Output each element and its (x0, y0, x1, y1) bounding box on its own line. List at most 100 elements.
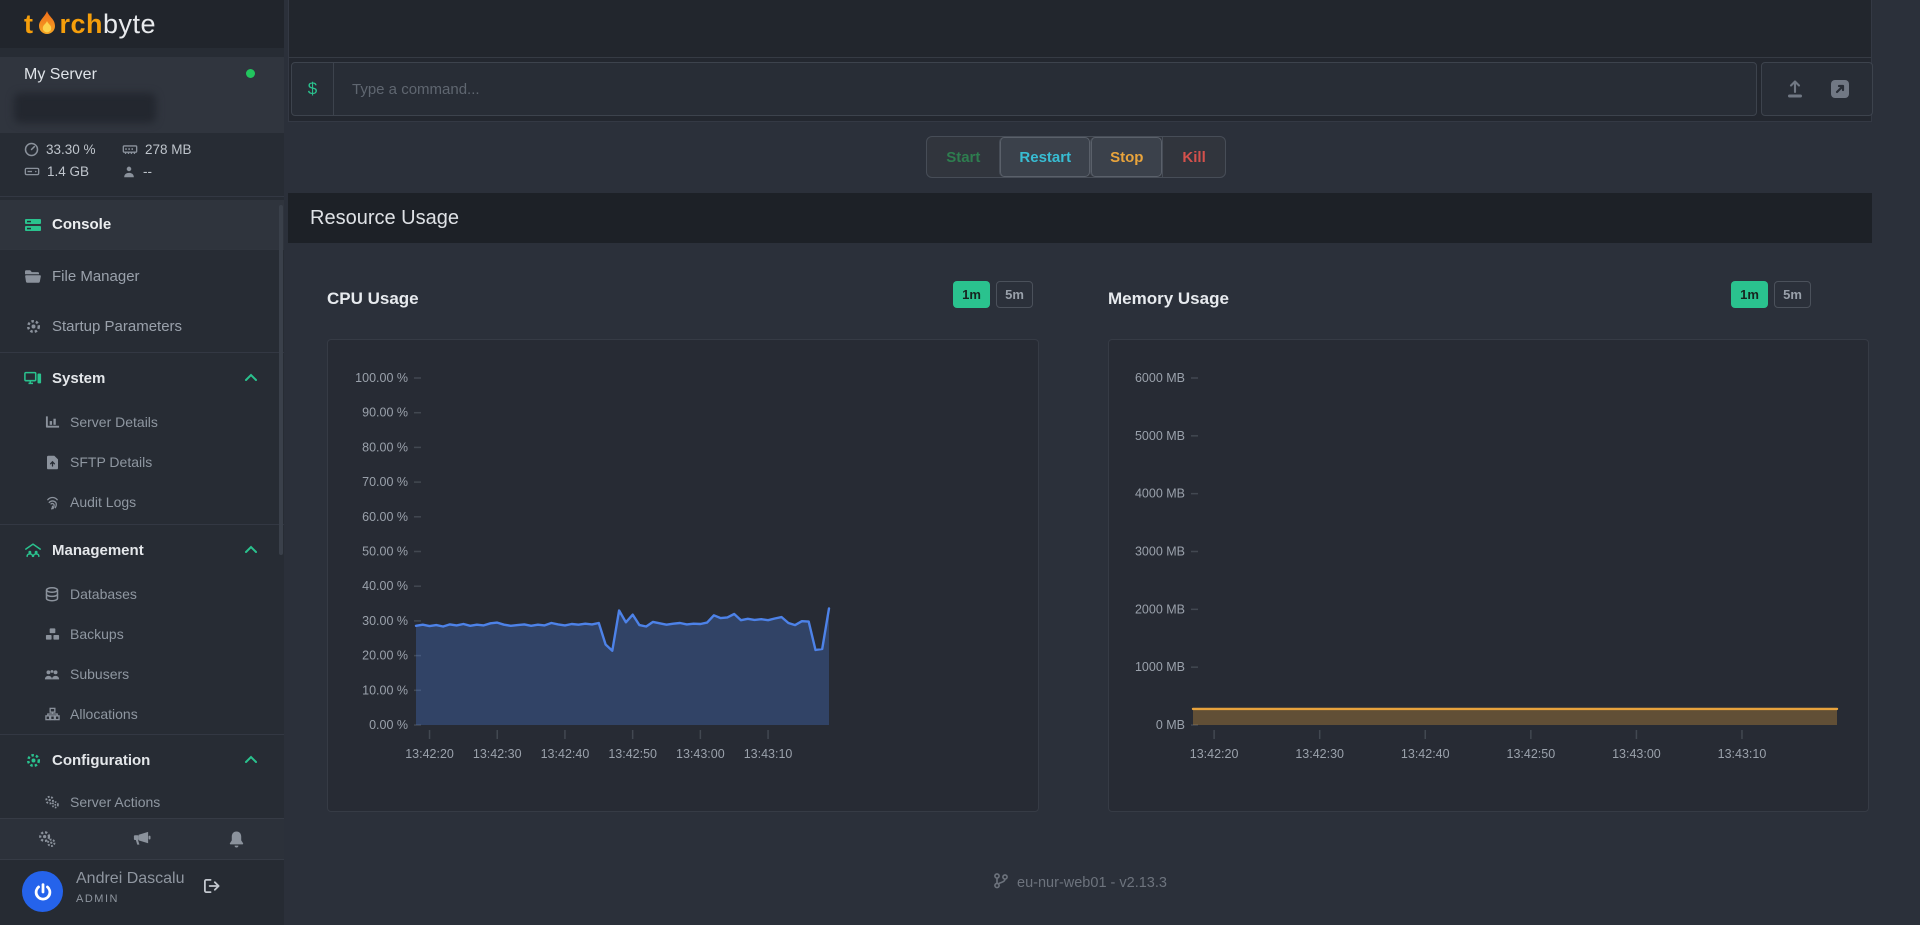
svg-text:13:42:40: 13:42:40 (1401, 747, 1450, 761)
cpu-chart-title: CPU Usage (327, 289, 419, 309)
gears-icon (44, 795, 60, 809)
sidebar-item-server-details[interactable]: Server Details (0, 404, 284, 440)
svg-text:0 MB: 0 MB (1156, 718, 1185, 732)
range-5m-button[interactable]: 5m (1774, 281, 1811, 308)
avatar[interactable] (22, 871, 63, 912)
allocations-icon (44, 707, 60, 721)
kill-button[interactable]: Kill (1162, 137, 1224, 177)
memory-stat: 278 MB (122, 142, 192, 157)
brand-prefix: t (24, 9, 34, 40)
megaphone-icon[interactable] (122, 830, 162, 848)
logout-icon[interactable] (202, 877, 222, 900)
sidebar-item-allocations[interactable]: Allocations (0, 696, 284, 732)
bell-icon[interactable] (217, 830, 257, 848)
svg-text:13:43:00: 13:43:00 (1612, 747, 1661, 761)
players-icon (122, 165, 136, 179)
range-1m-button[interactable]: 1m (953, 281, 990, 308)
console-output[interactable] (289, 0, 1871, 58)
divider (0, 734, 284, 735)
stop-button[interactable]: Stop (1090, 137, 1162, 177)
memory-range-toggle: 1m 5m (1731, 281, 1811, 308)
node-version-label: eu-nur-web01 - v2.13.3 (1017, 875, 1167, 891)
sidebar-item-sftp-details[interactable]: SFTP Details (0, 444, 284, 480)
start-button[interactable]: Start (927, 137, 999, 177)
svg-text:6000 MB: 6000 MB (1135, 371, 1185, 385)
divider (0, 352, 284, 353)
server-name: My Server (24, 66, 97, 84)
cpu-range-toggle: 1m 5m (953, 281, 1033, 308)
gears-icon[interactable] (27, 830, 67, 848)
command-bar: $ (291, 62, 1757, 116)
command-prompt: $ (292, 63, 334, 115)
sidebar-item-backups[interactable]: Backups (0, 616, 284, 652)
sidebar-item-server-actions[interactable]: Server Actions (0, 786, 284, 818)
sidebar-item-file-manager[interactable]: File Manager (0, 252, 284, 301)
user-bar: Andrei Dascalu ADMIN (0, 860, 284, 925)
svg-text:2000 MB: 2000 MB (1135, 602, 1185, 616)
sidebar-section-configuration[interactable]: Configuration (0, 737, 284, 783)
svg-text:5000 MB: 5000 MB (1135, 429, 1185, 443)
chevron-up-icon (244, 369, 258, 387)
svg-text:3000 MB: 3000 MB (1135, 545, 1185, 559)
command-bar-actions (1761, 62, 1873, 116)
sidebar-section-system[interactable]: System (0, 355, 284, 401)
svg-text:13:42:40: 13:42:40 (541, 747, 590, 761)
git-branch-icon (993, 872, 1009, 893)
memory-chart: 6000 MB5000 MB4000 MB3000 MB2000 MB1000 … (1108, 339, 1869, 812)
sidebar-scrollbar[interactable] (279, 205, 283, 555)
fingerprint-icon (44, 495, 60, 510)
memory-chart-title: Memory Usage (1108, 289, 1229, 309)
sidebar-item-databases[interactable]: Databases (0, 576, 284, 612)
server-status-dot (246, 69, 255, 78)
upload-icon[interactable] (1783, 78, 1807, 100)
sidebar-item-subusers[interactable]: Subusers (0, 656, 284, 692)
svg-text:40.00 %: 40.00 % (362, 579, 408, 593)
divider (0, 249, 284, 250)
server-stats: 33.30 % 278 MB 1.4 GB -- (0, 138, 284, 194)
svg-text:13:42:30: 13:42:30 (1295, 747, 1344, 761)
resource-usage-header: Resource Usage (288, 193, 1872, 243)
flame-icon (35, 10, 59, 38)
svg-text:13:42:20: 13:42:20 (405, 747, 454, 761)
range-1m-button[interactable]: 1m (1731, 281, 1768, 308)
management-icon (24, 542, 42, 558)
user-name: Andrei Dascalu (76, 870, 185, 888)
main-content: $ Start Restart Stop Kill Resource Usa (284, 0, 1920, 925)
disk-icon (24, 164, 40, 179)
folder-icon (24, 269, 42, 284)
svg-text:0.00 %: 0.00 % (369, 718, 408, 732)
chart-icon (44, 415, 60, 429)
server-card[interactable]: My Server (0, 57, 284, 133)
sidebar-item-audit-logs[interactable]: Audit Logs (0, 484, 284, 520)
brand-mid: rch (60, 9, 104, 40)
power-actions: Start Restart Stop Kill (284, 136, 1868, 178)
svg-text:4000 MB: 4000 MB (1135, 487, 1185, 501)
svg-text:30.00 %: 30.00 % (362, 614, 408, 628)
disk-stat: 1.4 GB (24, 164, 89, 179)
sidebar-section-management[interactable]: Management (0, 527, 284, 573)
sidebar-item-startup-parameters[interactable]: Startup Parameters (0, 301, 284, 351)
brand-logo[interactable]: t rch byte (24, 9, 156, 40)
file-icon (44, 455, 60, 470)
sidebar: t rch byte My Server 33.30 % (0, 0, 284, 925)
logo-bar: t rch byte (0, 0, 284, 48)
svg-text:70.00 %: 70.00 % (362, 475, 408, 489)
svg-text:13:42:50: 13:42:50 (1507, 747, 1556, 761)
terminal-panel: $ (288, 0, 1872, 122)
svg-text:50.00 %: 50.00 % (362, 545, 408, 559)
chevron-up-icon (244, 541, 258, 559)
cpu-stat: 33.30 % (24, 142, 96, 157)
sidebar-footer-icons (0, 818, 284, 860)
gear-icon (24, 752, 42, 769)
user-role: ADMIN (76, 893, 119, 905)
range-5m-button[interactable]: 5m (996, 281, 1033, 308)
brand-suffix: byte (103, 9, 156, 40)
sidebar-item-console[interactable]: Console (0, 200, 284, 249)
external-link-icon[interactable] (1829, 78, 1851, 100)
restart-button[interactable]: Restart (999, 137, 1090, 177)
subusers-icon (44, 668, 60, 681)
section-title: Resource Usage (310, 207, 459, 230)
command-input[interactable] (334, 63, 1756, 115)
svg-text:13:42:50: 13:42:50 (608, 747, 657, 761)
memory-icon (122, 142, 138, 157)
